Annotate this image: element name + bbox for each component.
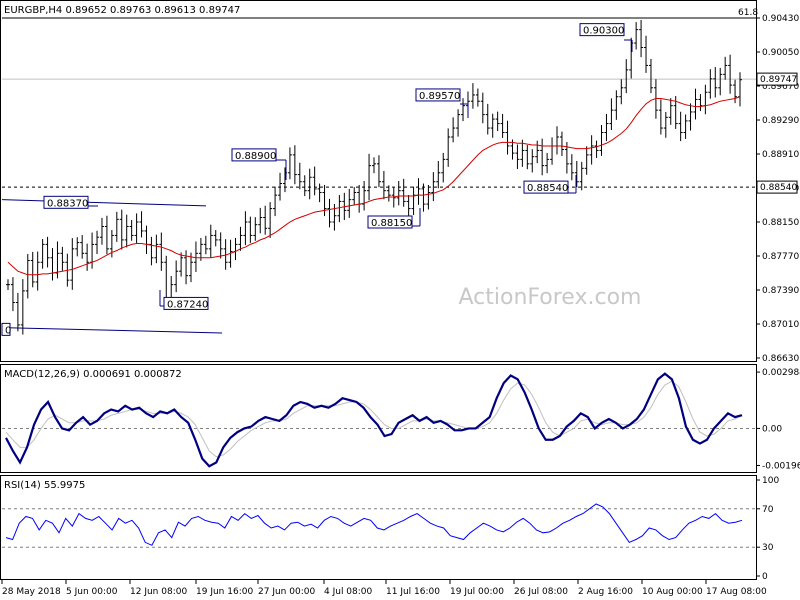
time-tick-label: 17 Aug 08:00 (706, 587, 767, 597)
annotation-label: 0 (5, 325, 11, 336)
annotation-label: 0.88540 (527, 183, 568, 194)
time-tick-label: 27 Jun 00:00 (258, 587, 315, 597)
macd-y-tick-label: 0.002984 (762, 368, 800, 378)
price-y-tick-label: 0.89290 (762, 116, 799, 126)
price-y-tick-label: 0.87390 (762, 286, 799, 296)
annotation-label: 0.87240 (167, 299, 208, 310)
rsi-y-tick-label: 0 (762, 572, 768, 582)
price-y-tick-label: 0.86630 (762, 354, 799, 364)
time-tick-label: 19 Jul 00:00 (450, 587, 504, 597)
macd-title: MACD(12,26,9) 0.000691 0.000872 (4, 369, 182, 380)
macd-y-tick-label: 0.00 (762, 424, 782, 434)
annotation-label: 0.88150 (371, 218, 412, 229)
chart-canvas: ActionForex.com 0.904300.900500.896700.8… (0, 0, 800, 597)
time-tick-label: 19 Jun 16:00 (196, 587, 253, 597)
support-price-label: 0.88540 (760, 183, 797, 193)
rsi-y-tick-label: 100 (762, 476, 779, 486)
annotation-label: 0.88900 (235, 151, 276, 162)
price-y-tick-label: 0.90430 (762, 14, 799, 24)
time-tick-label: 11 Jul 16:00 (386, 587, 440, 597)
time-tick-label: 26 Jul 08:00 (514, 587, 568, 597)
price-y-tick-label: 0.88910 (762, 150, 799, 160)
time-tick-label: 10 Aug 00:00 (642, 587, 703, 597)
watermark: ActionForex.com (459, 285, 642, 310)
annotation-label: 0.88370 (47, 198, 88, 209)
time-tick-label: 2 Aug 16:00 (578, 587, 633, 597)
time-tick-label: 28 May 2018 (2, 587, 61, 597)
fib-618-label: 61.8 (738, 8, 758, 18)
rsi-y-tick-label: 70 (762, 505, 774, 515)
time-axis: 28 May 2018 5 Jun 00:00 12 Jun 08:00 19 Jun… (1, 580, 767, 597)
time-tick-label: 5 Jun 00:00 (66, 587, 118, 597)
time-tick-label: 12 Jun 08:00 (130, 587, 187, 597)
annotation-label: 0.89570 (419, 91, 460, 102)
macd-y-tick-label: -0.00196 (762, 461, 800, 471)
price-y-tick-label: 0.87770 (762, 252, 799, 262)
time-tick-label: 4 Jul 08:00 (324, 587, 373, 597)
rsi-y-tick-label: 30 (762, 543, 774, 553)
symbol-header: EURGBP,H4 0.89652 0.89763 0.89613 0.8974… (4, 5, 240, 16)
annotation-label: 0.90300 (583, 26, 624, 37)
price-y-tick-label: 0.87010 (762, 320, 799, 330)
price-y-tick-label: 0.90050 (762, 48, 799, 58)
rsi-title: RSI(14) 55.9975 (4, 480, 85, 491)
price-y-tick-label: 0.88150 (762, 218, 799, 228)
current-price-label: 0.89747 (760, 75, 797, 85)
